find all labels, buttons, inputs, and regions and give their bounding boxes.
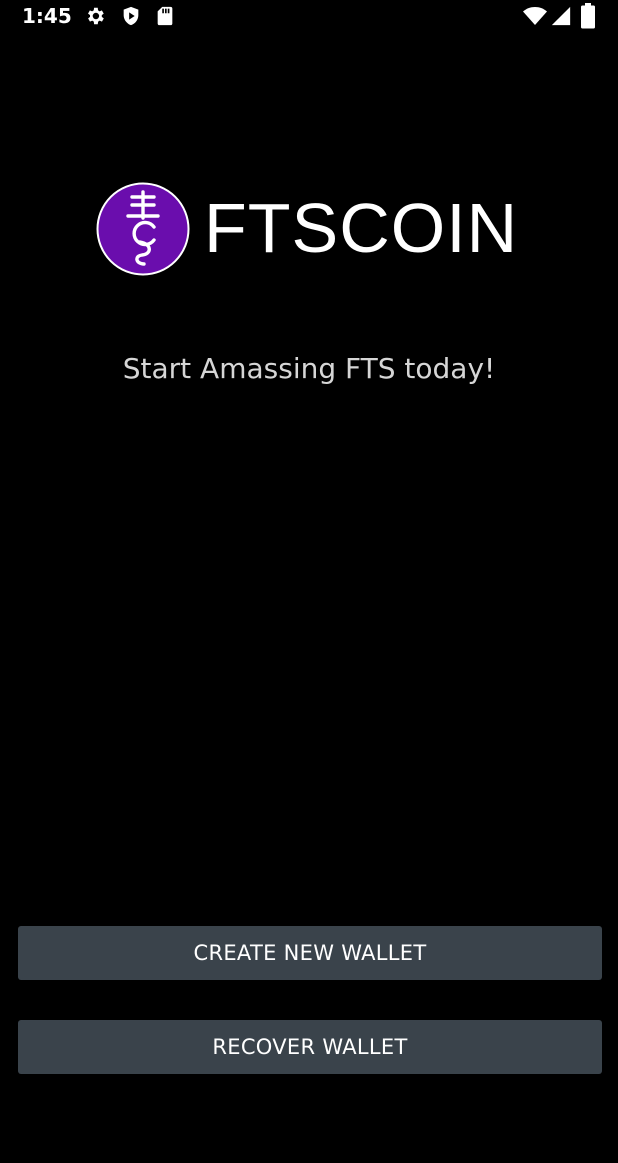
cell-signal-icon (551, 6, 571, 26)
create-new-wallet-button[interactable]: CREATE NEW WALLET (18, 926, 602, 980)
wifi-icon (523, 7, 547, 25)
brand-name: FTSCOIN (204, 189, 519, 267)
status-time: 1:45 (22, 4, 72, 28)
status-bar: 1:45 (0, 0, 618, 32)
ftscoin-logo-icon (96, 182, 190, 276)
shield-play-icon (123, 6, 139, 26)
recover-wallet-button[interactable]: RECOVER WALLET (18, 1020, 602, 1074)
sd-card-icon (157, 6, 173, 26)
battery-icon (581, 3, 595, 29)
gear-icon (88, 7, 104, 25)
tagline: Start Amassing FTS today! (122, 352, 496, 385)
